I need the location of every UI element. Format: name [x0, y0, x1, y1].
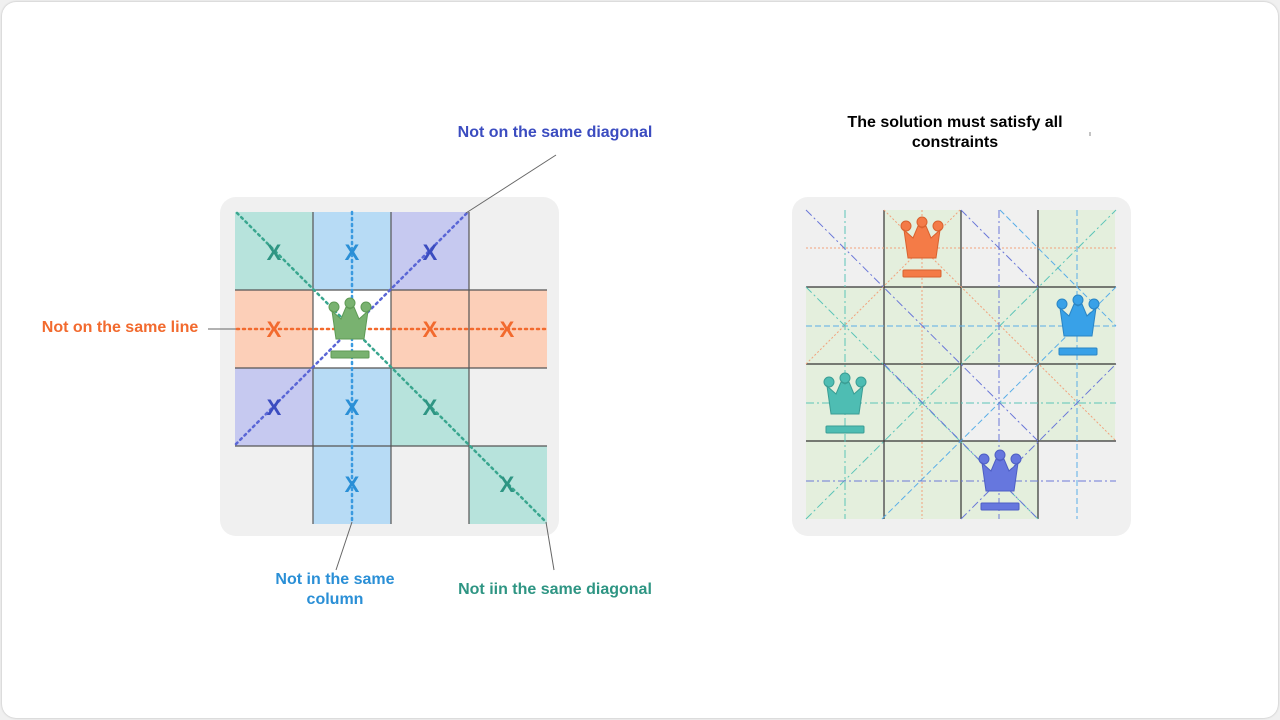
x-mark: X: [267, 240, 282, 265]
x-mark: X: [423, 317, 438, 342]
diagram: X X X X X X X X X X X: [208, 132, 1131, 571]
diagonal-top-label: Not on the same diagonal: [457, 124, 653, 141]
line-label: Not on the same line: [41, 319, 199, 336]
x-mark: X: [267, 317, 282, 342]
x-mark: X: [500, 472, 515, 497]
x-mark: X: [345, 472, 360, 497]
x-mark: X: [423, 240, 438, 265]
diagonal-bottom-label: Not iin the same diagonal: [458, 581, 652, 598]
x-mark: X: [345, 395, 360, 420]
x-mark: X: [423, 395, 438, 420]
x-mark: X: [267, 395, 282, 420]
column-label: Not in the same column: [275, 571, 395, 608]
x-mark: X: [500, 317, 515, 342]
solution-title: The solution must satisfy all constraint…: [847, 114, 1063, 151]
x-mark: X: [345, 240, 360, 265]
